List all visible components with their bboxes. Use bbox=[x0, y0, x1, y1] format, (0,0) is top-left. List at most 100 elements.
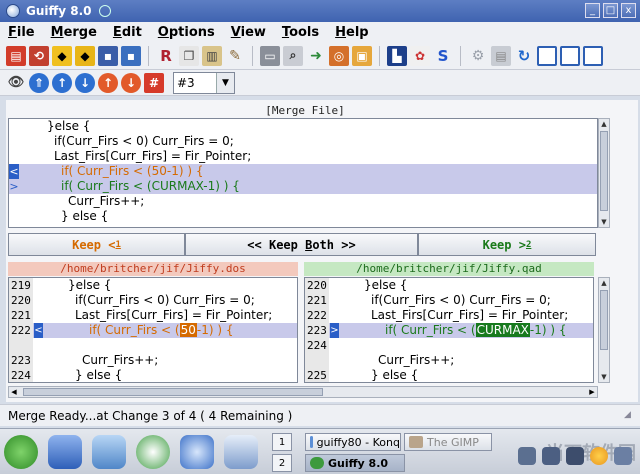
right-file-line[interactable]: Curr_Firs++; bbox=[305, 353, 593, 368]
hscroll-thumb[interactable] bbox=[23, 388, 323, 396]
keep-right-button[interactable]: Keep >2 bbox=[418, 233, 596, 256]
sync-icon[interactable]: ▤ bbox=[491, 45, 511, 66]
chevron-down-icon[interactable]: ▼ bbox=[216, 72, 234, 93]
merge-line[interactable]: } else { bbox=[9, 209, 597, 224]
merge-vscroll[interactable]: ▲ ▼ bbox=[598, 118, 610, 228]
change-combo[interactable]: #3 ▼ bbox=[173, 71, 235, 94]
scroll-thumb[interactable] bbox=[600, 131, 608, 211]
close-button[interactable]: x bbox=[621, 3, 636, 18]
help-icon[interactable] bbox=[136, 435, 170, 469]
sun-icon[interactable] bbox=[590, 447, 608, 465]
menu-view[interactable]: View bbox=[231, 25, 266, 40]
browser-icon[interactable] bbox=[180, 435, 214, 469]
resize-grip-icon[interactable]: ◢ bbox=[624, 410, 636, 422]
desktop-2-button[interactable]: 2 bbox=[272, 454, 292, 472]
left-file-line[interactable]: 224} else { bbox=[9, 368, 297, 382]
left-file-line[interactable]: 222 < if( Curr_Firs < (50-1) ) { bbox=[9, 323, 297, 338]
reload-icon[interactable]: ⟲ bbox=[29, 45, 49, 66]
find-icon[interactable]: ⌕ bbox=[283, 45, 303, 66]
revision-icon[interactable]: R bbox=[156, 46, 176, 66]
color-icon[interactable]: ✿ bbox=[410, 45, 430, 66]
keep-left-button[interactable]: Keep <1 bbox=[8, 233, 185, 256]
desktop-icon[interactable] bbox=[92, 435, 126, 469]
next-conflict-icon[interactable]: ↓ bbox=[121, 72, 141, 93]
menu-edit[interactable]: Edit bbox=[113, 25, 142, 40]
minimize-button[interactable]: _ bbox=[585, 3, 600, 18]
menu-file[interactable]: File bbox=[8, 25, 35, 40]
files-vscroll[interactable]: ▲ ▼ bbox=[598, 277, 610, 383]
view-icon[interactable]: 👁 bbox=[6, 73, 26, 93]
open-files-icon[interactable]: ▤ bbox=[6, 45, 26, 66]
copy-icon[interactable]: ❐ bbox=[179, 45, 199, 66]
desktop-1-button[interactable]: 1 bbox=[272, 433, 292, 451]
clear-icon[interactable]: ✎ bbox=[225, 46, 245, 66]
scroll-up-icon[interactable]: ▲ bbox=[599, 119, 609, 129]
next-change-icon[interactable]: ↓ bbox=[75, 72, 95, 93]
find-next-icon[interactable]: ◎ bbox=[329, 45, 349, 66]
bookmark-icon[interactable]: ▣ bbox=[352, 45, 372, 66]
menu-help[interactable]: Help bbox=[335, 25, 368, 40]
menu-tools[interactable]: Tools bbox=[282, 25, 319, 40]
left-file-line[interactable]: 219}else { bbox=[9, 278, 297, 293]
keep-both-button[interactable]: << Keep Both >> bbox=[185, 233, 418, 256]
layout-side-icon[interactable] bbox=[537, 45, 557, 66]
left-file-pane[interactable]: 219}else {220 if(Curr_Firs < 0) Curr_Firs… bbox=[8, 277, 298, 383]
prev-change-icon[interactable]: ↑ bbox=[52, 72, 72, 93]
merge-pane[interactable]: }else {if(Curr_Firs < 0) Curr_Firs = 0; L… bbox=[8, 118, 598, 228]
pin-icon[interactable] bbox=[99, 5, 112, 17]
layout-single-icon[interactable] bbox=[583, 45, 603, 66]
merge-line[interactable]: Last_Firs[Curr_Firs] = Fir_Pointer; bbox=[9, 149, 597, 164]
left-file-line[interactable]: 223 Curr_Firs++; bbox=[9, 353, 297, 368]
folder-compare-icon[interactable]: ⚙ bbox=[468, 46, 488, 66]
paste-icon[interactable]: ▥ bbox=[202, 45, 222, 66]
merge-line[interactable]: < if( Curr_Firs < (50-1) ) { bbox=[9, 164, 597, 179]
files-hscroll[interactable]: ◀ ▶ bbox=[8, 386, 598, 398]
print-icon[interactable]: ▭ bbox=[260, 45, 280, 66]
save-as-icon[interactable]: ▪ bbox=[121, 45, 141, 66]
right-file-line[interactable]: 224 bbox=[305, 338, 593, 353]
save-icon[interactable]: ▪ bbox=[98, 45, 118, 66]
right-file-line[interactable]: 220}else { bbox=[305, 278, 593, 293]
goto-icon[interactable]: ➜ bbox=[306, 46, 326, 66]
network-icon[interactable] bbox=[542, 447, 560, 465]
mail-icon[interactable] bbox=[224, 435, 258, 469]
layout-stack-icon[interactable] bbox=[560, 45, 580, 66]
merge-line[interactable]: }else { bbox=[9, 119, 597, 134]
merge-line[interactable]: > if( Curr_Firs < (CURMAX-1) ) { bbox=[9, 179, 597, 194]
menu-merge[interactable]: Merge bbox=[51, 25, 97, 40]
prev-conflict-icon[interactable]: ↑ bbox=[98, 72, 118, 93]
scroll-down-icon[interactable]: ▼ bbox=[599, 217, 609, 227]
left-file-line[interactable]: 221 Last_Firs[Curr_Firs] = Fir_Pointer; bbox=[9, 308, 297, 323]
maximize-button[interactable]: □ bbox=[603, 3, 618, 18]
kde-menu-icon[interactable] bbox=[4, 435, 38, 469]
scroll-right-icon[interactable]: ▶ bbox=[587, 387, 597, 397]
home-icon[interactable] bbox=[48, 435, 82, 469]
task-gimp[interactable]: The GIMP bbox=[404, 433, 492, 451]
scroll-up-icon[interactable]: ▲ bbox=[599, 278, 609, 288]
display-icon[interactable] bbox=[614, 447, 632, 465]
right-file-line[interactable]: 223 > if( Curr_Firs < (CURMAX-1) ) { bbox=[305, 323, 593, 338]
task-guiffy[interactable]: Guiffy 8.0 bbox=[305, 454, 405, 472]
volume-icon[interactable] bbox=[518, 447, 536, 465]
change-number-icon[interactable]: # bbox=[144, 72, 164, 93]
scroll-thumb[interactable] bbox=[600, 290, 608, 350]
first-change-icon[interactable]: ⇑ bbox=[29, 72, 49, 93]
task-konqueror[interactable]: guiffy80 - Konq bbox=[305, 433, 401, 451]
report-icon[interactable]: ▙ bbox=[387, 45, 407, 66]
merge-line[interactable]: if(Curr_Firs < 0) Curr_Firs = 0; bbox=[9, 134, 597, 149]
script-icon[interactable]: S bbox=[433, 46, 453, 66]
scroll-left-icon[interactable]: ◀ bbox=[9, 387, 19, 397]
right-file-line[interactable]: 222 Last_Firs[Curr_Firs] = Fir_Pointer; bbox=[305, 308, 593, 323]
refresh-icon[interactable]: ↻ bbox=[514, 46, 534, 66]
scroll-down-icon[interactable]: ▼ bbox=[599, 372, 609, 382]
printer-icon[interactable] bbox=[566, 447, 584, 465]
left-file-line[interactable]: 220 if(Curr_Firs < 0) Curr_Firs = 0; bbox=[9, 293, 297, 308]
diff-warning-icon[interactable]: ◆ bbox=[52, 45, 72, 66]
menu-options[interactable]: Options bbox=[158, 25, 215, 40]
left-file-line[interactable] bbox=[9, 338, 297, 353]
merge-warning-icon[interactable]: ◆ bbox=[75, 45, 95, 66]
right-file-line[interactable]: 225} else { bbox=[305, 368, 593, 382]
merge-line[interactable]: Curr_Firs++; bbox=[9, 194, 597, 209]
right-file-pane[interactable]: 220}else {221 if(Curr_Firs < 0) Curr_Firs… bbox=[304, 277, 594, 383]
right-file-line[interactable]: 221 if(Curr_Firs < 0) Curr_Firs = 0; bbox=[305, 293, 593, 308]
